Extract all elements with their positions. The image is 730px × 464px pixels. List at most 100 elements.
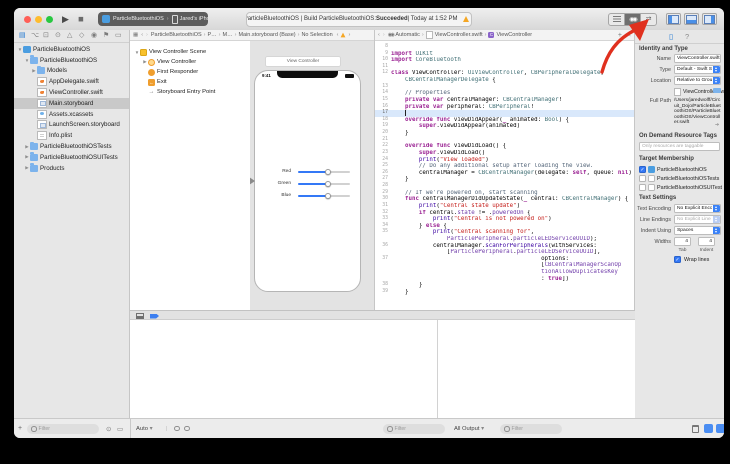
quick-help-tab[interactable]: ?	[685, 32, 689, 41]
code-line[interactable]: 10import CoreBluetooth	[375, 57, 634, 64]
line-endings-dropdown[interactable]: No Explicit Line Endings	[674, 215, 721, 224]
code-line[interactable]: 20 }	[375, 130, 634, 137]
type-dropdown[interactable]: Default - Swift Source	[674, 65, 721, 74]
folder-icon[interactable]	[713, 88, 721, 93]
code-line[interactable]: 34 } else {	[375, 223, 634, 230]
navigator-tab-find-navigator[interactable]: ⊙	[55, 31, 61, 41]
assistant-mode[interactable]: Automatic	[395, 32, 419, 38]
code-line[interactable]: 26 centralManager = CBCentralManager(del…	[375, 170, 634, 177]
navigator-tab-report-navigator[interactable]: ▭	[115, 31, 122, 41]
code-line[interactable]: 15 private var centralManager: CBCentral…	[375, 97, 634, 104]
variables-view[interactable]	[130, 320, 438, 418]
file-row[interactable]: ▼ParticleBluetoothiOS	[14, 44, 129, 55]
code-line[interactable]: 16 private var peripheral: CBPeripheral!	[375, 104, 634, 111]
breadcrumb-item[interactable]: P…	[207, 32, 216, 38]
outline-row[interactable]: ▼View Controller Scene	[130, 47, 250, 57]
file-row[interactable]: ▶ParticleBluetoothiOSUITests	[14, 152, 129, 163]
code-line[interactable]: [CBCentralManagerScanOp	[375, 262, 634, 269]
navigator-tab-source-control-navigator[interactable]: ⌥	[31, 31, 39, 41]
toggle-debug-area-button[interactable]	[684, 13, 699, 25]
console-pane-toggle-icon[interactable]	[716, 424, 724, 433]
code-line[interactable]: 23 super.viewDidLoad()	[375, 150, 634, 157]
code-line[interactable]: 28	[375, 183, 634, 190]
indent-width-stepper[interactable]: 4	[698, 237, 715, 246]
code-line[interactable]: 9import UIKit	[375, 51, 634, 58]
breadcrumb-item[interactable]: M…	[223, 32, 233, 38]
add-assistant-icon[interactable]: +	[618, 32, 622, 39]
close-assistant-icon[interactable]: ×	[627, 32, 631, 39]
code-line[interactable]: 17	[375, 110, 634, 117]
indent-using-dropdown[interactable]: Spaces	[674, 226, 721, 235]
console-filter-input[interactable]: Filter	[500, 424, 562, 434]
code-line[interactable]: ParticlePeripheral.particleLEDServiceUUI…	[375, 236, 634, 243]
code-line[interactable]: 29 // If we're powered on, start scannin…	[375, 190, 634, 197]
code-line[interactable]: 13	[375, 84, 634, 91]
file-row[interactable]: AppDelegate.swift	[14, 76, 129, 87]
assistant-editor-button[interactable]: ◉◉	[624, 13, 641, 26]
run-button[interactable]: ▶	[62, 12, 69, 26]
text-encoding-dropdown[interactable]: No Explicit Encoding	[674, 204, 721, 213]
file-row[interactable]: LaunchScreen.storyboard	[14, 120, 129, 131]
code-line[interactable]: 12class ViewController: UIViewController…	[375, 70, 634, 77]
hide-debug-area-icon[interactable]	[136, 313, 144, 319]
code-line[interactable]: 32 if central.state != .poweredOn {	[375, 210, 634, 217]
stop-button[interactable]: ◼	[78, 13, 84, 27]
forward-icon[interactable]: ›	[146, 32, 148, 38]
code-line[interactable]: tionAllowDuplicatesKey	[375, 269, 634, 276]
slider-track-empty[interactable]	[328, 171, 350, 173]
code-line[interactable]: 31 print("Central state update")	[375, 203, 634, 210]
navigator-tab-issue-navigator[interactable]: △	[67, 31, 72, 41]
code-line[interactable]: 18 override func viewDidAppear(_ animate…	[375, 117, 634, 124]
add-file-button[interactable]: +	[18, 419, 22, 438]
breadcrumb-item[interactable]: Main.storyboard (Base)	[238, 32, 295, 38]
outline-row[interactable]: →Storyboard Entry Point	[130, 87, 250, 97]
console-view[interactable]	[438, 320, 635, 418]
code-line[interactable]: [ParticlePeripheral.particleLEDServiceUU…	[375, 249, 634, 256]
code-line[interactable]: : true])	[375, 276, 634, 283]
toggle-navigator-button[interactable]	[666, 13, 681, 25]
file-row[interactable]: ▶Models	[14, 66, 129, 77]
file-row[interactable]: ViewController.swift	[14, 87, 129, 98]
slider-track-empty[interactable]	[328, 195, 350, 197]
code-line[interactable]: 22 override func viewDidLoad() {	[375, 143, 634, 150]
variables-filter-input[interactable]: Filter	[383, 424, 445, 434]
navigator-tab-debug-navigator[interactable]: ◉	[91, 31, 97, 41]
membership-checkbox[interactable]	[639, 184, 646, 191]
zoom-window-button[interactable]	[46, 16, 53, 23]
code-line[interactable]: 21	[375, 137, 634, 144]
code-line[interactable]: 36 centralManager.scanForPeripherals(wit…	[375, 243, 634, 250]
odr-tags-field[interactable]: Only resources are taggable	[639, 142, 720, 151]
file-row[interactable]: Assets.xcassets	[14, 109, 129, 120]
code-line[interactable]: CBCentralManagerDelegate {	[375, 77, 634, 84]
file-row[interactable]: ▼ParticleBluetoothiOS	[14, 55, 129, 66]
code-line[interactable]: 35 print("Central scanning for",	[375, 229, 634, 236]
jumpbar-symbol[interactable]: ViewController	[496, 32, 532, 38]
membership-checkbox[interactable]	[639, 175, 646, 182]
scheme-selector[interactable]: ParticleBluetoothiOS › Jared's iPhone	[98, 12, 208, 26]
slider-thumb[interactable]	[325, 169, 331, 175]
issue-forward-icon[interactable]: ›	[348, 32, 350, 38]
navigator-tab-breakpoint-navigator[interactable]: ⚑	[103, 31, 109, 41]
clear-console-button[interactable]	[692, 419, 699, 438]
code-line[interactable]: 30 func centralManagerDidUpdateState(_ c…	[375, 196, 634, 203]
file-row[interactable]: Main.storyboard	[14, 98, 129, 109]
code-line[interactable]: 39 }	[375, 289, 634, 296]
code-line[interactable]: 24 print("View loaded")	[375, 157, 634, 164]
standard-editor-button[interactable]	[608, 13, 625, 26]
file-inspector-tab[interactable]: ▯	[669, 32, 673, 41]
outline-row[interactable]: ▶View Controller	[130, 57, 250, 67]
close-window-button[interactable]	[24, 16, 31, 23]
file-row[interactable]: ▶ParticleBluetoothiOSTests	[14, 141, 129, 152]
warning-badge[interactable]: 4	[463, 16, 472, 22]
slider-track-filled[interactable]	[298, 195, 328, 197]
navigator-tab-project-navigator[interactable]: ▤	[19, 31, 26, 41]
jumpbar-warning-icon[interactable]	[341, 33, 346, 38]
breadcrumb-item[interactable]: ParticleBluetoothiOS	[151, 32, 202, 38]
slider-track-filled[interactable]	[298, 183, 328, 185]
code-line[interactable]: 37 options:	[375, 256, 634, 263]
outline-row[interactable]: ←Exit	[130, 77, 250, 87]
navigator-tab-symbol-navigator[interactable]: ⊡	[43, 31, 49, 41]
iphone-preview[interactable]: 9:41 RedGreenBlue	[254, 70, 361, 292]
breakpoints-toggle-icon[interactable]	[150, 314, 159, 319]
slider-thumb[interactable]	[325, 181, 331, 187]
